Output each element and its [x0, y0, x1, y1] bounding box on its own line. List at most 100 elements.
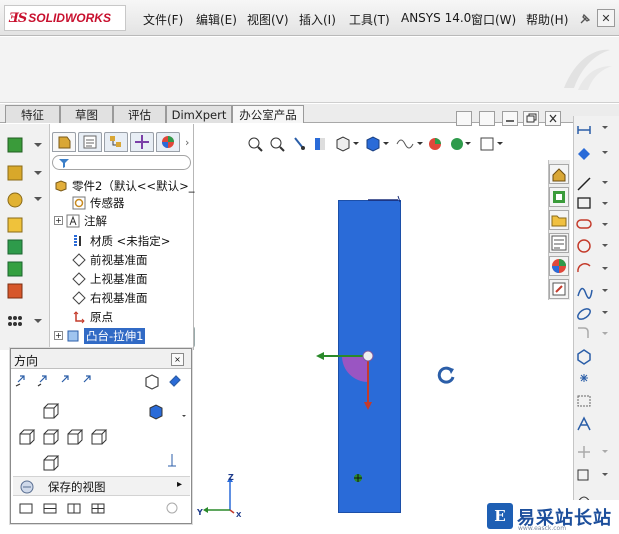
- heads-up-view-toolbar[interactable]: [245, 134, 515, 154]
- sketch-relations-icon: [578, 148, 608, 160]
- menu-help[interactable]: 帮助(H): [526, 11, 568, 28]
- feature-tree-filter[interactable]: [52, 155, 191, 170]
- task-appearances-button[interactable]: [549, 256, 569, 276]
- logo-text: SOLIDWORKS: [28, 11, 111, 25]
- command-manager-area: [0, 37, 619, 103]
- tab-sketch[interactable]: 草图: [60, 105, 113, 123]
- hide-show-items-icon: [396, 139, 423, 149]
- edit-appearance-icon: [429, 138, 441, 150]
- tree-tabs-more-icon[interactable]: ›: [185, 136, 189, 149]
- right-view-icon: [43, 429, 60, 445]
- apply-scene-icon: [451, 138, 471, 150]
- tree-item-boss-extrude[interactable]: + 凸台-拉伸1: [54, 327, 146, 344]
- new-view-icon: [15, 375, 25, 387]
- cut-icon: [7, 239, 23, 255]
- convert-entities-icon: [578, 446, 608, 458]
- point-icon: [580, 374, 588, 382]
- update-views-icon: [83, 375, 91, 383]
- tree-item-label: 原点: [90, 309, 113, 324]
- dimxpertmanager-tab[interactable]: [130, 132, 154, 152]
- origin-icon: [73, 310, 85, 323]
- tree-root-part[interactable]: 零件2（默认<<默认>_: [54, 177, 194, 194]
- solidworks-logo[interactable]: ƎS SOLIDWORKS: [4, 5, 126, 31]
- task-file-explorer-button[interactable]: [549, 210, 569, 230]
- propertymanager-icon: [83, 135, 97, 149]
- folder-icon: [551, 215, 567, 227]
- orientation-close-button[interactable]: ×: [171, 353, 184, 366]
- tile-windows-button[interactable]: [456, 111, 472, 126]
- tree-item-front-plane[interactable]: 前视基准面: [72, 251, 148, 268]
- display-manager-icon: [162, 136, 174, 148]
- origin-marker-icon: [354, 474, 362, 482]
- close-viewport-button[interactable]: [545, 111, 561, 126]
- orientation-view-buttons: [15, 374, 186, 514]
- menu-window[interactable]: 窗口(W): [471, 11, 516, 28]
- plane-icon: [72, 252, 86, 267]
- home-icon: [552, 168, 566, 182]
- triad-z-label: Z: [228, 473, 234, 482]
- expand-toggle[interactable]: +: [54, 216, 63, 225]
- rotate-view-icon[interactable]: [436, 364, 458, 386]
- tree-item-label: 上视基准面: [90, 271, 148, 286]
- left-view-icon: [19, 429, 36, 445]
- normal-to-icon: [37, 375, 47, 387]
- text-icon: [577, 416, 591, 431]
- propertymanager-tab[interactable]: [78, 132, 102, 152]
- displaymanager-tab[interactable]: [156, 132, 180, 152]
- top-view-icon: [67, 429, 84, 445]
- single-view-icon: [19, 503, 33, 514]
- minimize-viewport-button[interactable]: [502, 111, 518, 126]
- display-style-icon: [366, 136, 389, 152]
- menu-ansys[interactable]: ANSYS 14.0: [401, 11, 471, 25]
- revolve-icon: [7, 165, 42, 181]
- close-menu-button[interactable]: ✕: [597, 9, 615, 27]
- task-view-palette-button[interactable]: [549, 233, 569, 253]
- back-view-icon: [43, 455, 60, 471]
- menu-edit[interactable]: 编辑(E): [196, 11, 237, 28]
- task-home-button[interactable]: [549, 164, 569, 184]
- configurationmanager-tab[interactable]: [104, 132, 128, 152]
- featuremanager-tab[interactable]: [52, 132, 76, 152]
- plane-icon: [72, 271, 86, 286]
- ds-logo-icon: ƎS: [9, 10, 27, 26]
- tab-dimxpert[interactable]: DimXpert: [166, 105, 232, 123]
- restore-viewport-button[interactable]: [523, 111, 539, 126]
- link-views-icon: [61, 375, 69, 383]
- section-view-icon: [315, 138, 325, 150]
- task-resources-button[interactable]: [549, 187, 569, 207]
- tree-item-sensors[interactable]: 传感器: [72, 194, 125, 211]
- left-toolbar-icons: [7, 137, 42, 326]
- sweep-icon: [7, 192, 42, 208]
- tree-item-top-plane[interactable]: 上视基准面: [72, 270, 148, 287]
- menu-view[interactable]: 视图(V): [247, 11, 289, 28]
- tab-evaluate[interactable]: 评估: [113, 105, 166, 123]
- material-icon: [74, 234, 81, 246]
- rectangle-icon: [577, 197, 608, 209]
- expand-toggle[interactable]: +: [54, 331, 63, 340]
- filter-icon: [59, 159, 69, 168]
- tree-item-annotations[interactable]: + 注解: [54, 212, 107, 229]
- close-icon: [549, 114, 557, 123]
- hole-icon: [7, 283, 23, 299]
- chevron-down-icon: [182, 415, 186, 417]
- tree-item-label: 注解: [84, 213, 107, 228]
- tree-item-material[interactable]: 材质 <未指定>: [72, 232, 170, 249]
- link-viewports-icon: [166, 502, 178, 514]
- menu-tools[interactable]: 工具(T): [349, 11, 390, 28]
- tree-item-right-plane[interactable]: 右视基准面: [72, 289, 148, 306]
- zoom-to-fit-icon: [248, 137, 263, 152]
- sketch-toolbar-icons: [576, 126, 608, 503]
- pin-icon[interactable]: [578, 12, 592, 26]
- resources-icon: [553, 191, 565, 203]
- task-custom-properties-button[interactable]: [549, 279, 569, 299]
- menu-insert[interactable]: 插入(I): [299, 11, 336, 28]
- tab-office-products[interactable]: 办公室产品: [232, 105, 304, 123]
- front-view-icon: [43, 403, 60, 419]
- tab-features[interactable]: 特征: [5, 105, 60, 123]
- configurationmanager-icon: [110, 136, 121, 147]
- view-selector-icon: [145, 374, 159, 390]
- cascade-windows-button[interactable]: [479, 111, 495, 126]
- menu-file[interactable]: 文件(F): [143, 11, 183, 28]
- pin-dialog-icon: [169, 375, 181, 387]
- tree-item-origin[interactable]: 原点: [72, 308, 113, 325]
